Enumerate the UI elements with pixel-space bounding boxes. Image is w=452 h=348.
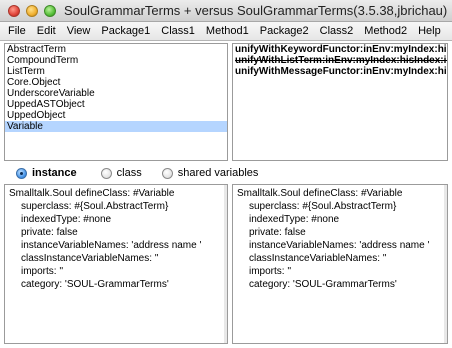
- menu-class1[interactable]: Class1: [161, 25, 195, 37]
- class-list-item[interactable]: UppedASTObject: [5, 99, 227, 110]
- class-list-item[interactable]: UnderscoreVariable: [5, 88, 227, 99]
- window-title: SoulGrammarTerms + versus SoulGrammarTer…: [64, 3, 448, 18]
- code-line: superclass: #{Soul.AbstractTerm}: [249, 201, 397, 212]
- menu-bar: File Edit View Package1 Class1 Method1 P…: [0, 22, 452, 41]
- code-line: instanceVariableNames: 'address name ': [21, 240, 202, 251]
- left-definition-code: Smalltalk.Soul defineClass: #Variable su…: [5, 185, 227, 291]
- right-definition-code: Smalltalk.Soul defineClass: #Variable su…: [233, 185, 447, 291]
- minimize-window-button[interactable]: [26, 5, 38, 17]
- class-radio-option[interactable]: class: [100, 167, 142, 179]
- code-line: classInstanceVariableNames: '': [249, 253, 387, 264]
- code-line: category: 'SOUL-GrammarTerms': [249, 279, 397, 290]
- right-pane-scrollbar[interactable]: [444, 185, 447, 343]
- code-line: private: false: [249, 227, 306, 238]
- code-line: indexedType: #none: [21, 214, 112, 225]
- code-line: classInstanceVariableNames: '': [21, 253, 159, 264]
- class-list-item[interactable]: ListTerm: [5, 66, 227, 77]
- code-line: indexedType: #none: [249, 214, 340, 225]
- menu-method2[interactable]: Method2: [364, 25, 407, 37]
- method-list[interactable]: unifyWithKeywordFunctor:inEnv:myIndex:hi…: [232, 43, 448, 161]
- menu-package2[interactable]: Package2: [260, 25, 309, 37]
- close-window-button[interactable]: [8, 5, 20, 17]
- code-line: Smalltalk.Soul defineClass: #Variable: [9, 188, 175, 199]
- title-bar: SoulGrammarTerms + versus SoulGrammarTer…: [0, 0, 452, 22]
- class-radio-button[interactable]: [100, 167, 112, 179]
- code-line: superclass: #{Soul.AbstractTerm}: [21, 201, 169, 212]
- class-list-item-selected[interactable]: Variable: [5, 121, 227, 132]
- method-list-item[interactable]: unifyWithMessageFunctor:inEnv:myIndex:hi…: [233, 66, 447, 77]
- code-line: imports: '': [249, 266, 292, 277]
- class-list-item[interactable]: CompoundTerm: [5, 55, 227, 66]
- instance-radio-button[interactable]: [16, 167, 27, 179]
- menu-class2[interactable]: Class2: [320, 25, 354, 37]
- instance-radio-option[interactable]: instance: [16, 167, 77, 179]
- menu-package1[interactable]: Package1: [101, 25, 150, 37]
- menu-method1[interactable]: Method1: [206, 25, 249, 37]
- class-list-item[interactable]: UppedObject: [5, 110, 227, 121]
- class-list[interactable]: AbstractTerm CompoundTerm ListTerm Core.…: [4, 43, 228, 161]
- code-line: instanceVariableNames: 'address name ': [249, 240, 430, 251]
- menu-file[interactable]: File: [8, 25, 26, 37]
- left-pane-scrollbar[interactable]: [224, 185, 227, 343]
- side-selector: instance class shared variables: [4, 164, 448, 182]
- zoom-window-button[interactable]: [44, 5, 56, 17]
- class-list-item[interactable]: AbstractTerm: [5, 44, 227, 55]
- code-line: category: 'SOUL-GrammarTerms': [21, 279, 169, 290]
- menu-edit[interactable]: Edit: [37, 25, 56, 37]
- shared-variables-radio-option[interactable]: shared variables: [161, 167, 259, 179]
- code-line: Smalltalk.Soul defineClass: #Variable: [237, 188, 403, 199]
- menu-view[interactable]: View: [67, 25, 91, 37]
- code-line: imports: '': [21, 266, 64, 277]
- method-list-item-removed[interactable]: unifyWithListTerm:inEnv:myIndex:hisIndex…: [233, 55, 447, 66]
- menu-help[interactable]: Help: [418, 25, 441, 37]
- right-definition-pane[interactable]: Smalltalk.Soul defineClass: #Variable su…: [232, 184, 448, 344]
- shared-variables-radio-label: shared variables: [177, 167, 259, 179]
- instance-radio-label: instance: [32, 167, 77, 179]
- method-list-item[interactable]: unifyWithKeywordFunctor:inEnv:myIndex:hi…: [233, 44, 447, 55]
- code-line: private: false: [21, 227, 78, 238]
- shared-variables-radio-button[interactable]: [161, 167, 173, 179]
- class-radio-label: class: [116, 167, 142, 179]
- left-definition-pane[interactable]: Smalltalk.Soul defineClass: #Variable su…: [4, 184, 228, 344]
- class-list-item[interactable]: Core.Object: [5, 77, 227, 88]
